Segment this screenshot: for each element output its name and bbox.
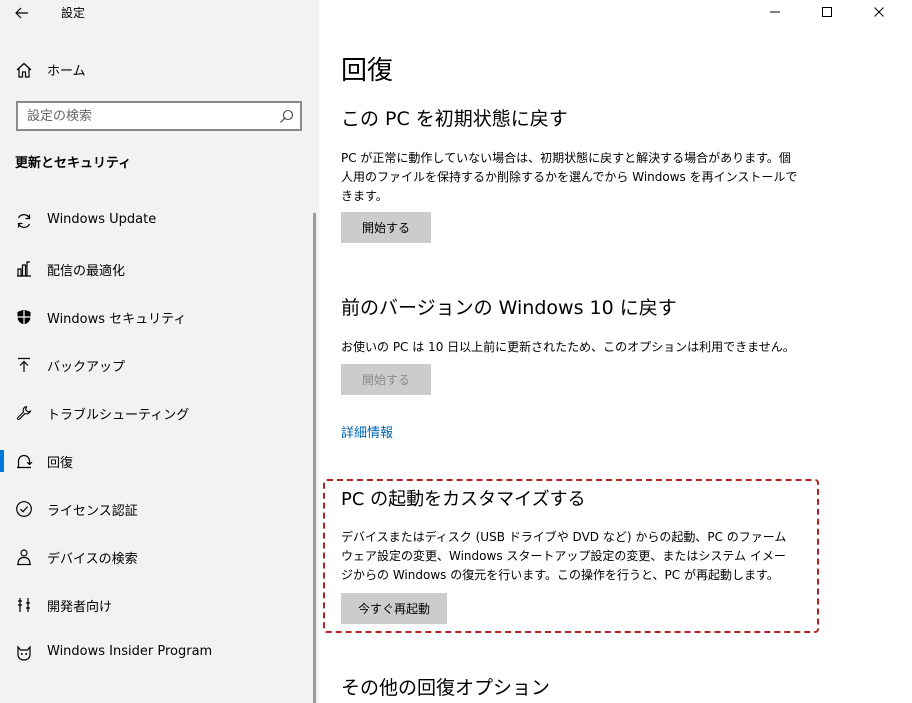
titlebar-left: 設定 [0, 0, 319, 26]
main-content: 回復 この PC を初期状態に戻す PC が正常に動作していない場合は、初期状態… [319, 0, 912, 703]
sidebar-item-label: Windows Insider Program [47, 644, 213, 659]
restart-now-button[interactable]: 今すぐ再起動 [341, 593, 447, 624]
insider-cat-icon [17, 645, 31, 661]
rollback-start-button[interactable]: 開始する [341, 364, 431, 395]
home-icon [16, 62, 32, 78]
rollback-heading: 前のバージョンの Windows 10 に戻す [341, 297, 677, 319]
search-input[interactable] [18, 103, 268, 129]
sidebar-item-label: Windows セキュリティ [47, 312, 187, 327]
sidebar-item-windows-security[interactable]: Windows セキュリティ [0, 297, 315, 337]
check-circle-icon [16, 501, 32, 517]
back-arrow-icon [15, 7, 28, 19]
sidebar-item-insider[interactable]: Windows Insider Program [0, 633, 315, 673]
reset-start-button[interactable]: 開始する [341, 212, 431, 243]
sidebar-item-label: トラブルシューティング [47, 408, 190, 423]
sidebar-item-recovery[interactable]: 回復 [0, 441, 315, 481]
home-label: ホーム [47, 64, 86, 79]
other-options-heading: その他の回復オプション [341, 677, 551, 699]
sidebar-item-label: ライセンス認証 [47, 504, 138, 519]
back-button[interactable] [8, 2, 36, 24]
search-box[interactable] [16, 101, 302, 131]
person-location-icon [17, 549, 31, 566]
sidebar-scrollbar[interactable] [313, 213, 316, 703]
sidebar-item-windows-update[interactable]: Windows Update [0, 201, 315, 241]
active-indicator [0, 450, 4, 472]
backup-arrow-icon [18, 357, 30, 372]
app-title: 設定 [61, 6, 86, 20]
advanced-startup-heading: PC の起動をカスタマイズする [341, 489, 586, 510]
sidebar-item-label: 配信の最適化 [47, 264, 126, 279]
sidebar-item-find-my-device[interactable]: デバイスの検索 [0, 537, 315, 577]
learn-more-link[interactable]: 詳細情報 [341, 422, 393, 441]
sidebar: 設定 ホーム 更新とセキュリティ Windows Update 配信の最適化 [0, 0, 319, 703]
sidebar-item-label: Windows Update [47, 212, 157, 227]
sidebar-item-developers[interactable]: 開発者向け [0, 585, 315, 625]
rollback-description: お使いの PC は 10 日以上前に更新されたため、このオプションは利用できませ… [341, 340, 795, 354]
wrench-icon [16, 405, 32, 421]
sidebar-item-activation[interactable]: ライセンス認証 [0, 489, 315, 529]
sidebar-item-delivery-optimization[interactable]: 配信の最適化 [0, 249, 315, 289]
sync-icon [17, 214, 31, 228]
page-title: 回復 [341, 56, 394, 86]
shield-icon [17, 309, 31, 325]
reset-heading: この PC を初期状態に戻す [341, 108, 568, 130]
sidebar-item-home[interactable]: ホーム [0, 54, 319, 84]
section-title: 更新とセキュリティ [15, 156, 132, 171]
sidebar-item-backup[interactable]: バックアップ [0, 345, 315, 385]
sidebar-item-label: デバイスの検索 [47, 552, 138, 567]
sidebar-item-troubleshoot[interactable]: トラブルシューティング [0, 393, 315, 433]
delivery-optimization-icon [17, 261, 31, 277]
advanced-startup-description: デバイスまたはディスク (USB ドライブや DVD など) からの起動、PC … [341, 530, 787, 582]
recovery-icon [17, 454, 33, 469]
sidebar-item-label: 開発者向け [47, 600, 113, 615]
developer-icon [18, 598, 30, 612]
search-icon[interactable] [279, 109, 294, 124]
sidebar-item-label: 回復 [47, 456, 74, 471]
reset-description: PC が正常に動作していない場合は、初期状態に戻すと解決する場合があります。個人… [341, 151, 798, 203]
sidebar-item-label: バックアップ [47, 360, 126, 375]
